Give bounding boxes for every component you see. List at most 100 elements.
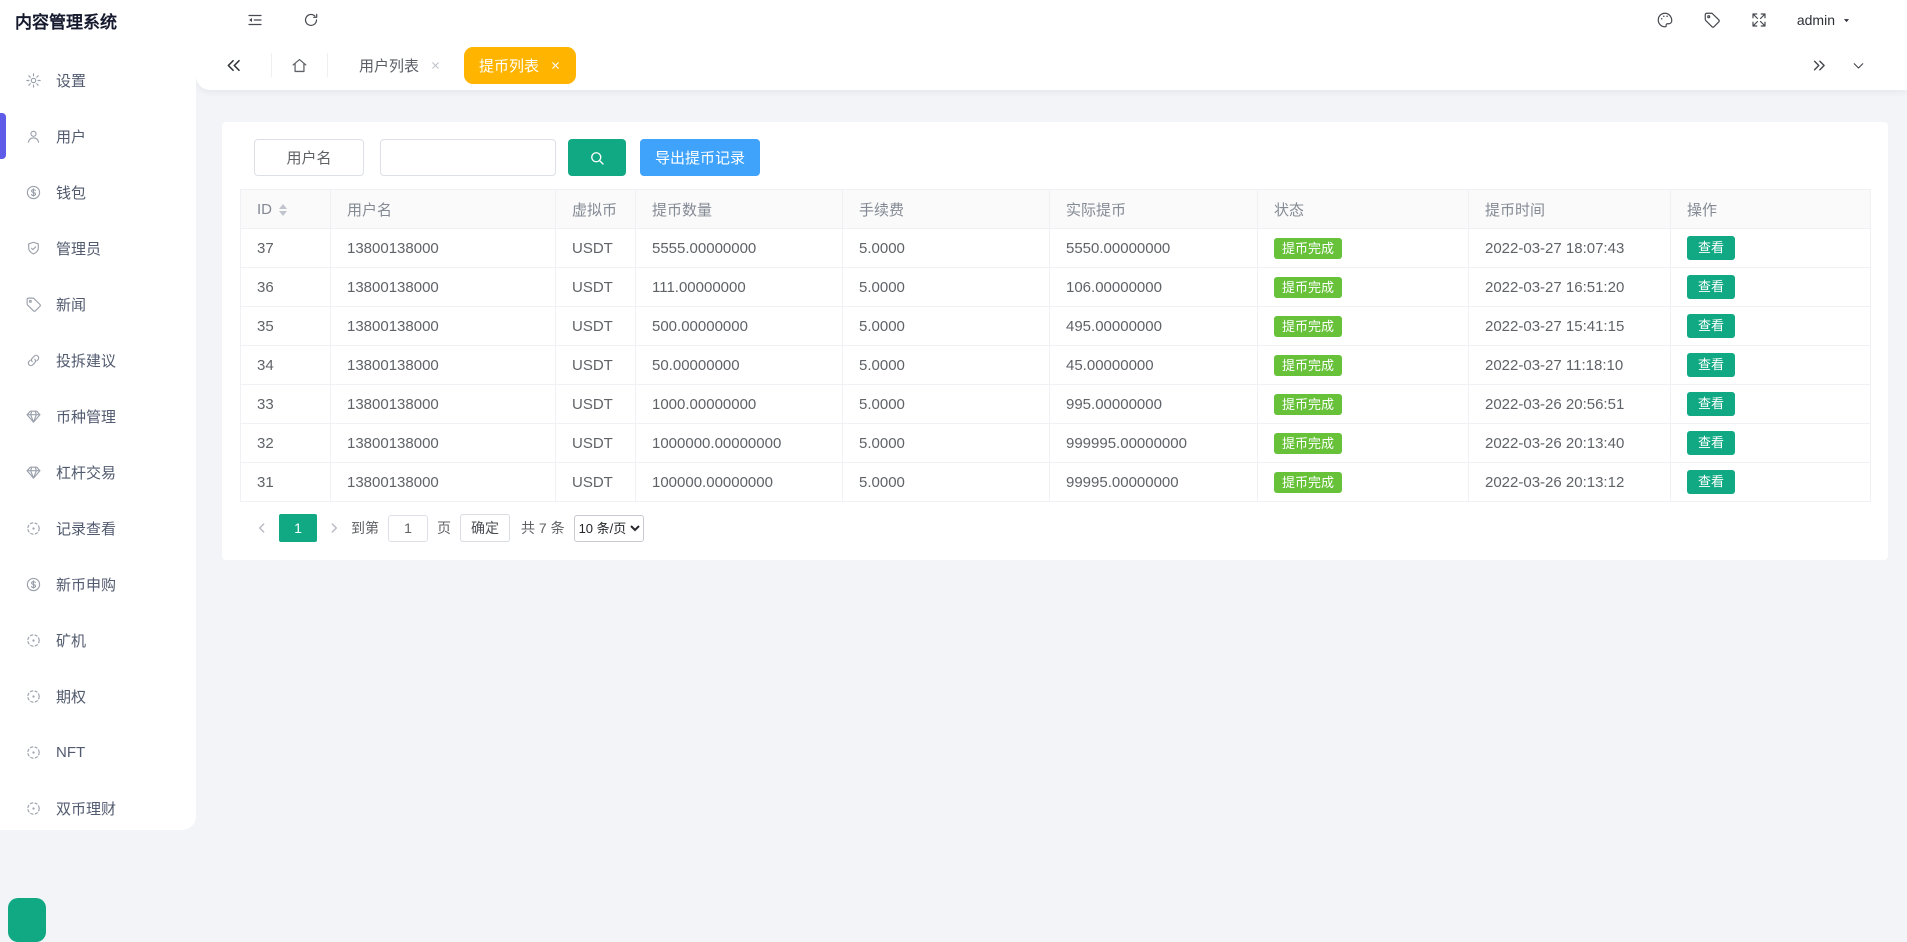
view-button[interactable]: 查看: [1687, 236, 1735, 260]
tabs-menu-button[interactable]: [1850, 57, 1867, 74]
next-page-button[interactable]: [326, 520, 342, 536]
dashed-circle-icon: [25, 632, 42, 649]
table-row: 3713800138000USDT5555.000000005.00005550…: [241, 229, 1871, 268]
view-button[interactable]: 查看: [1687, 470, 1735, 494]
cell-id: 35: [241, 307, 331, 346]
page-number-button[interactable]: 1: [279, 514, 317, 542]
home-icon: [290, 56, 309, 75]
table-row: 3313800138000USDT1000.000000005.0000995.…: [241, 385, 1871, 424]
cell-amount: 100000.00000000: [636, 463, 843, 502]
tag-icon[interactable]: [1703, 11, 1721, 29]
cell-amount: 5555.00000000: [636, 229, 843, 268]
col-header-7: 提币时间: [1469, 190, 1671, 229]
user-menu[interactable]: admin: [1797, 12, 1852, 28]
sidebar-item-coin-management[interactable]: 币种管理: [0, 388, 196, 444]
sidebar-item-options[interactable]: 期权: [0, 668, 196, 724]
close-icon[interactable]: [430, 60, 441, 71]
sidebar-item-miner[interactable]: 矿机: [0, 612, 196, 668]
page-suffix-label: 页: [437, 518, 451, 538]
dashed-circle-icon: [25, 800, 42, 817]
cell-actual: 5550.00000000: [1050, 229, 1258, 268]
table-row: 3213800138000USDT1000000.000000005.00009…: [241, 424, 1871, 463]
view-button[interactable]: 查看: [1687, 353, 1735, 377]
user-icon: [25, 128, 42, 145]
prev-page-button[interactable]: [254, 520, 270, 536]
col-header-0[interactable]: ID: [241, 190, 331, 229]
cell-coin: USDT: [556, 307, 636, 346]
col-header-4: 手续费: [843, 190, 1050, 229]
sidebar-item-wallet[interactable]: 钱包: [0, 164, 196, 220]
sidebar-item-label: 设置: [56, 70, 86, 91]
cell-amount: 50.00000000: [636, 346, 843, 385]
home-tab-button[interactable]: [272, 53, 328, 77]
cell-amount: 500.00000000: [636, 307, 843, 346]
sidebar-item-label: 投拆建议: [56, 350, 116, 371]
status-badge: 提币完成: [1274, 433, 1342, 454]
export-button[interactable]: 导出提币记录: [640, 139, 760, 176]
view-button[interactable]: 查看: [1687, 392, 1735, 416]
username-filter-button[interactable]: 用户名: [254, 139, 364, 176]
table-row: 3613800138000USDT111.000000005.0000106.0…: [241, 268, 1871, 307]
theme-palette-icon[interactable]: [1656, 11, 1674, 29]
table-row: 3113800138000USDT100000.000000005.000099…: [241, 463, 1871, 502]
cell-id: 33: [241, 385, 331, 424]
cell-coin: USDT: [556, 229, 636, 268]
view-button[interactable]: 查看: [1687, 314, 1735, 338]
search-icon: [588, 149, 606, 167]
sidebar: 设置用户钱包管理员新闻投拆建议币种管理杠杆交易记录查看新币申购矿机期权NFT双币…: [0, 40, 196, 830]
cell-username: 13800138000: [331, 424, 556, 463]
cell-time: 2022-03-26 20:13:12: [1469, 463, 1671, 502]
sidebar-item-margin-trading[interactable]: 杠杆交易: [0, 444, 196, 500]
cell-amount: 1000000.00000000: [636, 424, 843, 463]
sort-icon[interactable]: [279, 204, 287, 216]
search-button[interactable]: [568, 139, 626, 176]
view-button[interactable]: 查看: [1687, 431, 1735, 455]
cell-fee: 5.0000: [843, 346, 1050, 385]
col-header-3: 提币数量: [636, 190, 843, 229]
sidebar-item-admins[interactable]: 管理员: [0, 220, 196, 276]
cell-coin: USDT: [556, 346, 636, 385]
view-button[interactable]: 查看: [1687, 275, 1735, 299]
cell-fee: 5.0000: [843, 268, 1050, 307]
fullscreen-icon[interactable]: [1750, 11, 1768, 29]
sidebar-item-record-view[interactable]: 记录查看: [0, 500, 196, 556]
tab-withdraw-list[interactable]: 提币列表: [464, 47, 576, 84]
app-title: 内容管理系统: [0, 8, 196, 33]
status-badge: 提币完成: [1274, 472, 1342, 493]
sidebar-item-news[interactable]: 新闻: [0, 276, 196, 332]
cell-fee: 5.0000: [843, 385, 1050, 424]
close-icon[interactable]: [550, 60, 561, 71]
cell-amount: 111.00000000: [636, 268, 843, 307]
cell-status: 提币完成: [1258, 268, 1469, 307]
sidebar-item-dual-invest[interactable]: 双币理财: [0, 780, 196, 836]
username: admin: [1797, 12, 1835, 28]
tab-user-list[interactable]: 用户列表: [344, 47, 456, 84]
sidebar-item-feedback[interactable]: 投拆建议: [0, 332, 196, 388]
tabs-scroll-right-button[interactable]: [1811, 57, 1828, 74]
confirm-page-button[interactable]: 确定: [460, 514, 510, 542]
sidebar-item-new-coin-subscribe[interactable]: 新币申购: [0, 556, 196, 612]
cell-action: 查看: [1671, 268, 1871, 307]
page-size-select[interactable]: 10 条/页: [574, 515, 644, 542]
col-header-5: 实际提币: [1050, 190, 1258, 229]
floating-corner-button[interactable]: [8, 898, 46, 942]
sidebar-item-settings[interactable]: 设置: [0, 52, 196, 108]
table-row: 3513800138000USDT500.000000005.0000495.0…: [241, 307, 1871, 346]
cell-id: 32: [241, 424, 331, 463]
sidebar-item-label: 用户: [56, 126, 86, 147]
collapse-sidebar-icon[interactable]: [246, 11, 264, 29]
goto-page-input[interactable]: [388, 515, 428, 542]
cell-coin: USDT: [556, 424, 636, 463]
gem-icon: [25, 464, 42, 481]
tabs-scroll-left-button[interactable]: [196, 53, 272, 77]
sidebar-item-users[interactable]: 用户: [0, 108, 196, 164]
tab-label: 提币列表: [479, 55, 539, 76]
cell-actual: 999995.00000000: [1050, 424, 1258, 463]
refresh-icon[interactable]: [302, 11, 320, 29]
sidebar-item-nft[interactable]: NFT: [0, 724, 196, 780]
toolbar: 用户名 导出提币记录: [254, 139, 1870, 176]
sidebar-item-label: 记录查看: [56, 518, 116, 539]
cell-time: 2022-03-27 16:51:20: [1469, 268, 1671, 307]
search-input[interactable]: [380, 139, 556, 176]
caret-down-icon: [1841, 15, 1852, 26]
